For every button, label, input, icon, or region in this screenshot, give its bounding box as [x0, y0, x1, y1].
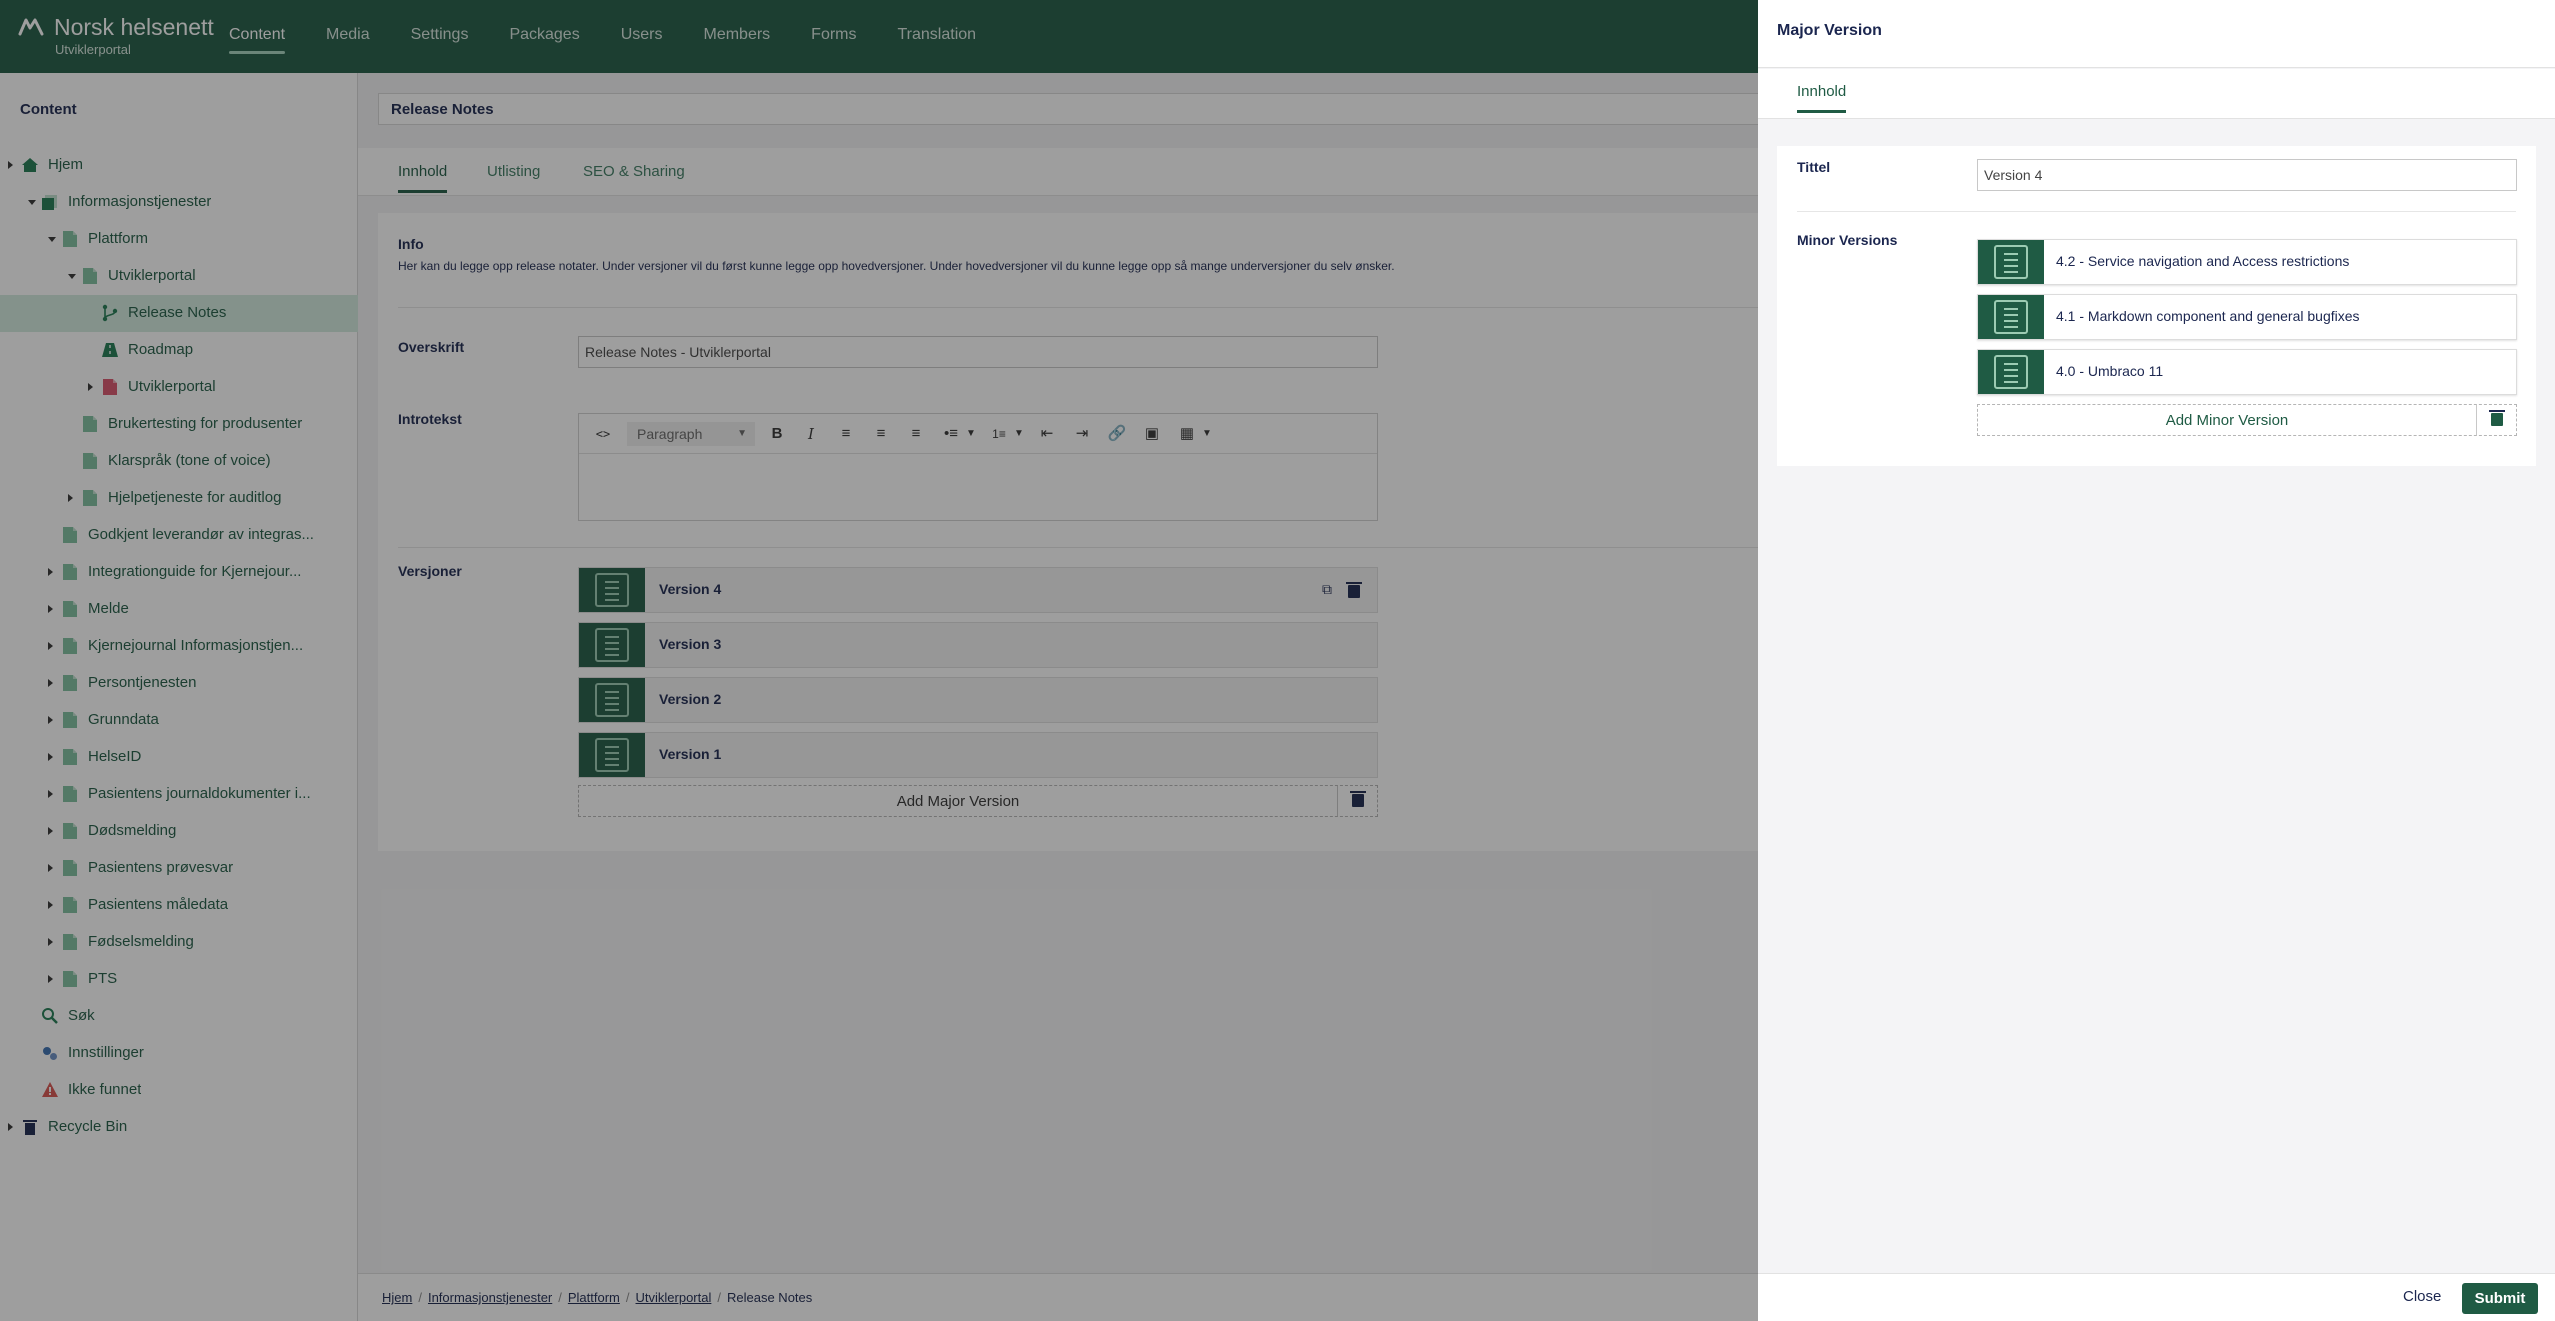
block-thumbnail — [1978, 350, 2044, 394]
minor-version-label: 4.1 - Markdown component and general bug… — [2056, 308, 2360, 324]
drawer-tabs: Innhold — [1758, 69, 2555, 119]
clipboard-icon — [2489, 410, 2505, 426]
add-minor-version-button[interactable]: Add Minor Version — [1977, 404, 2517, 436]
major-version-drawer: Major Version Innhold Tittel Version 4 M… — [1758, 0, 2555, 1321]
drawer-content-panel: Tittel Version 4 Minor Versions 4.2 - Se… — [1777, 146, 2536, 466]
close-button[interactable]: Close — [2403, 1288, 2441, 1305]
drawer-title: Major Version — [1777, 22, 1882, 39]
clipboard-button[interactable] — [2476, 405, 2516, 435]
drawer-header: Major Version — [1758, 0, 2555, 68]
minor-version-label: 4.0 - Umbraco 11 — [2056, 363, 2164, 379]
divider — [1797, 211, 2516, 212]
add-minor-version-label: Add Minor Version — [2165, 412, 2289, 429]
list-icon — [1994, 245, 2028, 279]
modal-backdrop[interactable] — [0, 0, 1758, 1321]
submit-button[interactable]: Submit — [2462, 1283, 2538, 1314]
block-thumbnail — [1978, 240, 2044, 284]
minor-version-block[interactable]: 4.0 - Umbraco 11 — [1977, 349, 2517, 395]
minor-versions-label: Minor Versions — [1797, 232, 1898, 248]
list-icon — [1994, 300, 2028, 334]
tab-innhold[interactable]: Innhold — [1797, 83, 1847, 113]
minor-version-block[interactable]: 4.2 - Service navigation and Access rest… — [1977, 239, 2517, 285]
minor-version-label: 4.2 - Service navigation and Access rest… — [2056, 253, 2350, 269]
list-icon — [1994, 355, 2028, 389]
tittel-label: Tittel — [1797, 159, 1831, 175]
drawer-footer: Close Submit — [1758, 1273, 2555, 1321]
minor-version-block[interactable]: 4.1 - Markdown component and general bug… — [1977, 294, 2517, 340]
block-thumbnail — [1978, 295, 2044, 339]
tittel-input[interactable]: Version 4 — [1977, 159, 2517, 191]
